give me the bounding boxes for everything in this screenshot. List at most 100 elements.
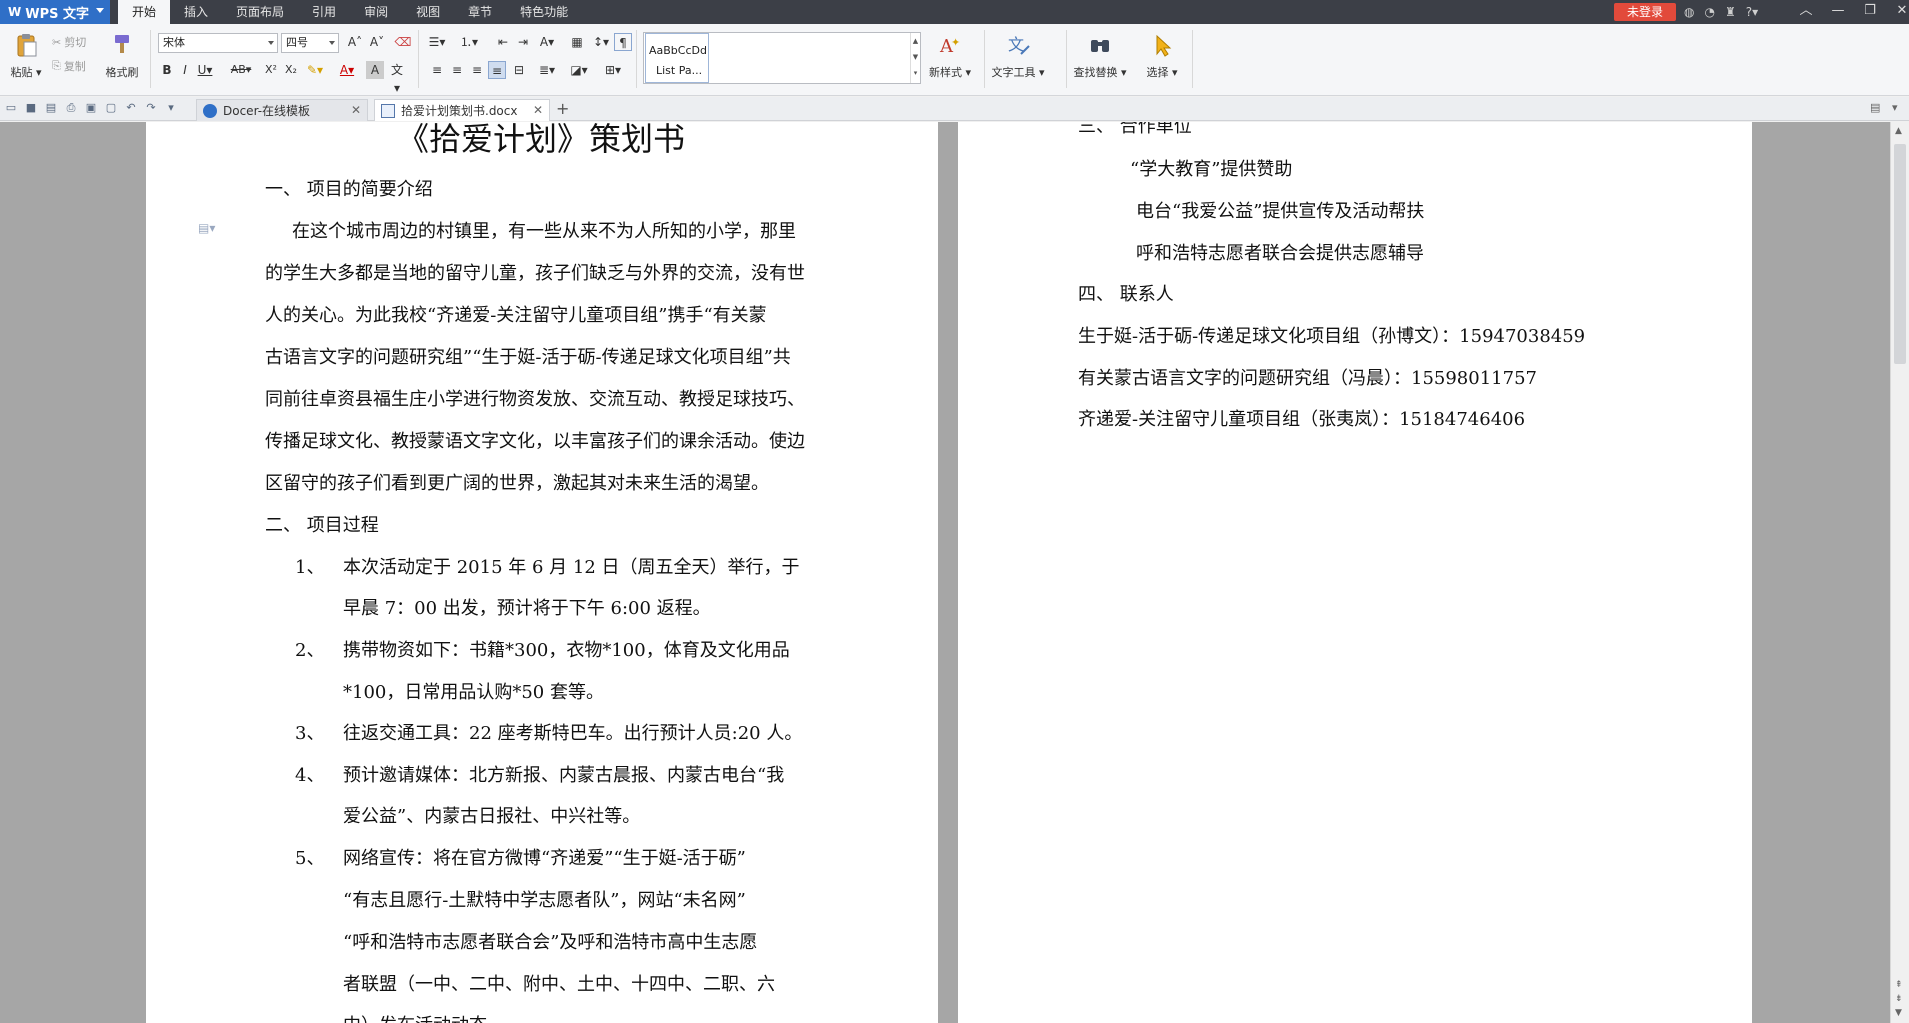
- numbered-list-icon[interactable]: ⒈▾: [460, 33, 478, 51]
- collapse-ribbon-icon[interactable]: ︿: [1790, 0, 1822, 24]
- cut-button[interactable]: ✂ 剪切: [52, 34, 86, 50]
- tab-references[interactable]: 引用: [298, 0, 350, 24]
- open-folder-icon[interactable]: ▭: [4, 101, 18, 115]
- borders-icon[interactable]: ⊞▾: [604, 61, 622, 79]
- feedback-icon[interactable]: ◔: [1704, 5, 1714, 19]
- table-icon[interactable]: ▦: [568, 33, 586, 51]
- new-style-button[interactable]: A ✦ 新样式 ▾: [928, 30, 972, 80]
- bullet-list-icon[interactable]: ☰▾: [428, 33, 446, 51]
- font-color-icon[interactable]: A▾: [338, 61, 356, 79]
- font-size-select[interactable]: 四号: [281, 33, 339, 53]
- expand-icon[interactable]: ▾: [911, 65, 920, 81]
- prev-page-icon[interactable]: ⇞: [1895, 980, 1903, 990]
- shrink-font-icon[interactable]: A˅: [368, 33, 386, 51]
- underline-icon[interactable]: U▾: [196, 61, 214, 79]
- scroll-up-icon[interactable]: ▲: [911, 33, 920, 49]
- app-menu-button[interactable]: W WPS 文字: [0, 0, 110, 24]
- scroll-down-icon[interactable]: ▼: [911, 49, 920, 65]
- tab-home[interactable]: 开始: [118, 0, 171, 24]
- tab-insert[interactable]: 插入: [170, 0, 222, 24]
- scrollbar-thumb[interactable]: [1894, 144, 1906, 364]
- style-gallery-scroll[interactable]: ▲ ▼ ▾: [910, 33, 920, 83]
- superscript-icon[interactable]: X²: [262, 61, 280, 79]
- sort-icon[interactable]: ↕▾: [592, 33, 610, 51]
- show-marks-icon[interactable]: ¶: [614, 33, 632, 51]
- divider: [1066, 30, 1067, 88]
- decrease-indent-icon[interactable]: ⇤: [494, 33, 512, 51]
- style-list-paragraph[interactable]: AaBbCcDd List Pa...: [645, 33, 709, 83]
- grow-font-icon[interactable]: A˄: [346, 33, 364, 51]
- tab-current-document[interactable]: 拾爱计划策划书.docx ✕: [374, 99, 550, 121]
- wps-logo-icon: W: [8, 5, 22, 19]
- distributed-align-icon[interactable]: ⊟: [510, 61, 528, 79]
- char-shading-icon[interactable]: A: [366, 61, 384, 79]
- document-page-1[interactable]: 《拾爱计划》策划书 一、 项目的简要介绍 ▤▾ 在这个城市周边的村镇里，有一些从…: [146, 122, 938, 1023]
- paragraph-line: 传播足球文化、教授蒙语文字文化，以丰富孩子们的课余活动。使边: [265, 431, 805, 452]
- next-page-icon[interactable]: ⇟: [1895, 994, 1903, 1004]
- find-replace-button[interactable]: 查找替换 ▾: [1073, 30, 1127, 80]
- tab-list-icon[interactable]: ▤: [1870, 101, 1880, 114]
- font-size-value: 四号: [286, 36, 308, 49]
- subscript-icon[interactable]: X₂: [282, 61, 300, 79]
- text-direction-icon[interactable]: A▾: [538, 33, 556, 51]
- minimize-icon[interactable]: —: [1822, 0, 1854, 24]
- scroll-up-icon[interactable]: ▲: [1895, 126, 1902, 136]
- paragraph-marker-icon[interactable]: ▤▾: [198, 221, 215, 235]
- copy-button[interactable]: ⎘ 复制: [52, 58, 86, 74]
- export-pdf-icon[interactable]: ▤: [44, 101, 58, 115]
- chevron-down-icon: [329, 41, 335, 45]
- add-tab-icon[interactable]: +: [556, 99, 569, 118]
- skin-icon[interactable]: ◍: [1684, 5, 1694, 19]
- tab-review[interactable]: 审阅: [350, 0, 402, 24]
- paste-button[interactable]: 粘贴 ▾: [4, 30, 48, 80]
- redo-icon[interactable]: ↷: [144, 101, 158, 115]
- align-right-icon[interactable]: ≡: [468, 61, 486, 79]
- close-icon[interactable]: ✕: [351, 103, 361, 117]
- align-left-icon[interactable]: ≡: [428, 61, 446, 79]
- tab-special-features[interactable]: 特色功能: [506, 0, 582, 24]
- tab-page-layout[interactable]: 页面布局: [222, 0, 298, 24]
- tab-menu-icon[interactable]: ▾: [1892, 101, 1898, 114]
- chevron-down-icon: [96, 8, 104, 13]
- close-icon[interactable]: ✕: [533, 103, 543, 117]
- list-number: 3、: [295, 723, 325, 744]
- help-icon[interactable]: ?▾: [1746, 5, 1758, 19]
- text-tools-button[interactable]: 文 文字工具 ▾: [991, 30, 1044, 80]
- save-icon[interactable]: ■: [24, 101, 38, 115]
- tab-label: 拾爱计划策划书.docx: [401, 104, 518, 118]
- close-icon[interactable]: ✕: [1886, 0, 1909, 24]
- highlight-icon[interactable]: ✎▾: [306, 61, 324, 79]
- tab-docer-templates[interactable]: Docer-在线模板 ✕: [196, 99, 368, 121]
- shirt-icon[interactable]: ♜: [1725, 5, 1736, 19]
- increase-indent-icon[interactable]: ⇥: [514, 33, 532, 51]
- shading-icon[interactable]: ◪▾: [570, 61, 588, 79]
- vertical-scrollbar[interactable]: ▲ ⇞ ⇟ ▼: [1890, 122, 1909, 1023]
- preview-icon[interactable]: ▢: [104, 101, 118, 115]
- strikethrough-icon[interactable]: AB▾: [228, 61, 254, 79]
- line-spacing-icon[interactable]: ≣▾: [538, 61, 556, 79]
- tab-section[interactable]: 章节: [454, 0, 506, 24]
- justify-icon[interactable]: ≡: [488, 61, 506, 79]
- align-center-icon[interactable]: ≡: [448, 61, 466, 79]
- undo-icon[interactable]: ↶: [124, 101, 138, 115]
- new-style-label: 新样式 ▾: [928, 66, 972, 79]
- scissors-icon: ✂: [52, 35, 62, 49]
- italic-icon[interactable]: I: [176, 61, 194, 79]
- font-name-select[interactable]: 宋体: [158, 33, 278, 53]
- document-page-2[interactable]: 三、 合作单位 “学大教育”提供赞助 电台“我爱公益”提供宣传及活动帮扶 呼和浩…: [958, 122, 1752, 1023]
- login-button[interactable]: 未登录: [1614, 3, 1676, 21]
- format-painter-button[interactable]: 格式刷: [100, 30, 144, 80]
- clear-format-icon[interactable]: ⌫: [394, 33, 412, 51]
- bold-icon[interactable]: B: [158, 61, 176, 79]
- divider: [418, 30, 419, 88]
- print-icon[interactable]: ⎙: [64, 101, 78, 115]
- document-canvas[interactable]: 《拾爱计划》策划书 一、 项目的简要介绍 ▤▾ 在这个城市周边的村镇里，有一些从…: [0, 122, 1890, 1023]
- scroll-down-icon[interactable]: ▼: [1895, 1008, 1902, 1018]
- chevron-down-icon[interactable]: ▾: [164, 101, 178, 115]
- print-preview-icon[interactable]: ▣: [84, 101, 98, 115]
- maximize-icon[interactable]: ❐: [1854, 0, 1886, 24]
- phonetic-guide-icon[interactable]: 文▾: [388, 61, 406, 95]
- tab-view[interactable]: 视图: [402, 0, 454, 24]
- select-button[interactable]: 选择 ▾: [1140, 30, 1184, 80]
- list-item-line: 预计邀请媒体：北方新报、内蒙古晨报、内蒙古电台“我: [343, 765, 785, 786]
